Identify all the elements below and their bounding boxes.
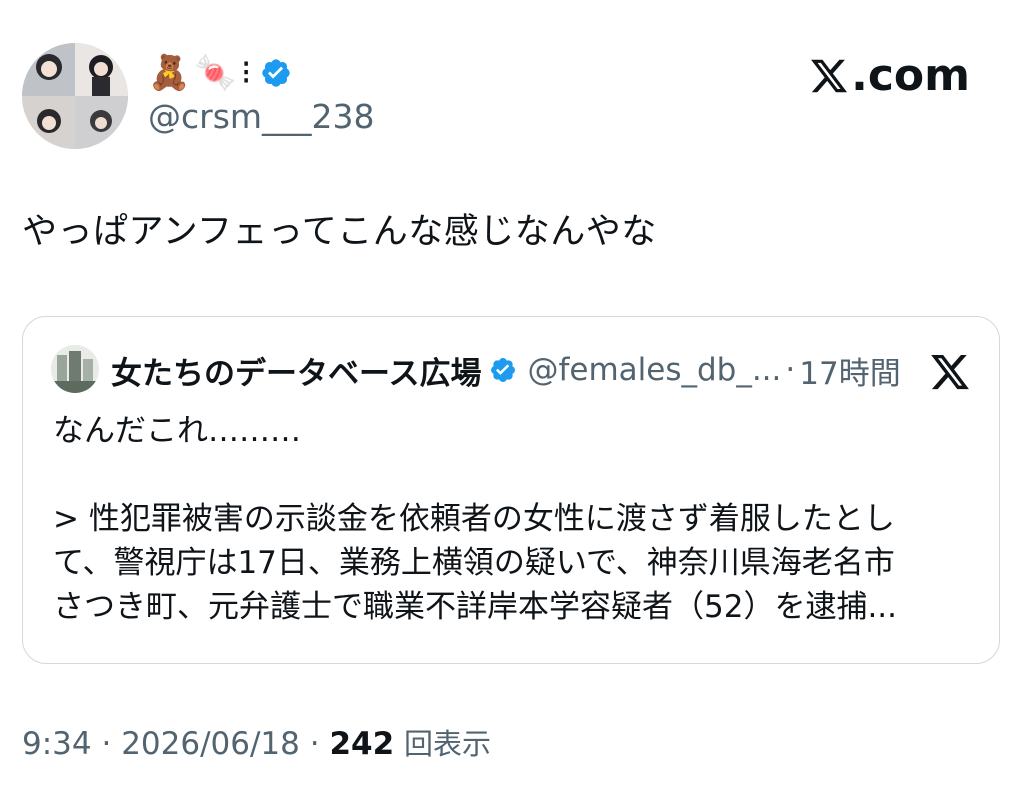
quote-avatar[interactable] <box>51 345 99 393</box>
quote-body-line: なんだこれ……… <box>53 413 301 449</box>
quote-separator: · <box>785 352 796 388</box>
verified-badge-icon <box>260 57 292 89</box>
x-com-brand: .com <box>809 52 970 100</box>
brand-domain-label: .com <box>851 50 970 101</box>
x-logo-icon <box>931 354 969 390</box>
tweet-text: やっぱアンフェってこんな感じなんやな <box>22 212 657 252</box>
quote-header: 女たちのデータベース広場 @females_db_... · 17時間 <box>111 347 901 393</box>
dots-emoji: ⁝ <box>240 53 252 93</box>
quote-body-spacer <box>53 453 973 497</box>
views-count: 242 <box>329 726 395 762</box>
tweet-date[interactable]: 2026/06/18 <box>121 726 300 762</box>
meta-separator-dot: · <box>309 726 320 762</box>
candy-emoji: 🍬 <box>194 53 237 93</box>
teddy-bear-emoji: 🧸 <box>148 53 191 93</box>
tweet-meta: 9:34 · 2026/06/18 · 242 回表示 <box>22 722 491 766</box>
quote-handle[interactable]: @females_db_... <box>527 352 781 388</box>
quote-timestamp[interactable]: 17時間 <box>799 348 900 393</box>
author-display-name[interactable]: 🧸 🍬 ⁝ <box>148 50 292 96</box>
quote-body-line: さつき町、元弁護士で職業不詳岸本学容疑者（52）を逮捕... <box>53 589 898 625</box>
quote-body-line: > 性犯罪被害の示談金を依頼者の女性に渡さず着服したとし <box>53 501 895 537</box>
quote-body-line: て、警視庁は17日、業務上横領の疑いで、神奈川県海老名市 <box>53 545 895 581</box>
author-avatar[interactable] <box>22 43 128 149</box>
x-logo-icon <box>811 59 848 93</box>
meta-separator: · <box>310 726 330 762</box>
quote-verified-badge-icon <box>489 356 517 384</box>
meta-separator: · <box>101 726 121 762</box>
author-handle[interactable]: @crsm___238 <box>148 97 375 137</box>
quote-body: なんだこれ……… > 性犯罪被害の示談金を依頼者の女性に渡さず着服したとし て、… <box>53 409 973 629</box>
quoted-tweet-card[interactable]: 女たちのデータベース広場 @females_db_... · 17時間 なんだこ… <box>22 316 1000 664</box>
meta-separator-dot: · <box>101 726 112 762</box>
tweet-time[interactable]: 9:34 <box>22 726 92 762</box>
views-label: 回表示 <box>404 727 492 761</box>
quote-display-name[interactable]: 女たちのデータベース広場 <box>111 348 481 393</box>
